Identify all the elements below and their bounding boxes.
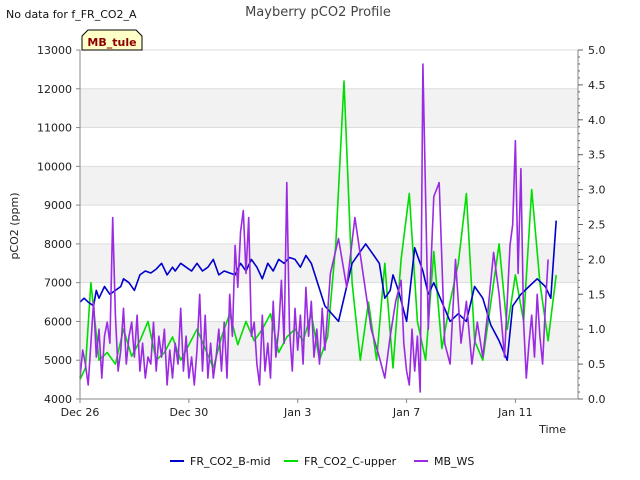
legend-label: FR_CO2_C-upper [304,455,397,468]
y2-tick-label: 4.5 [588,79,606,92]
y2-tick-label: 5.0 [588,44,606,57]
y2-tick-label: 0.0 [588,393,606,406]
legend-label: MB_WS [434,455,474,468]
y2-tick-label: 1.0 [588,323,606,336]
y-tick-label: 11000 [37,122,72,135]
x-tick-label: Dec 30 [169,406,208,419]
x-tick-label: Jan 11 [497,406,532,419]
y2-tick-label: 3.5 [588,149,606,162]
chart-title: Mayberry pCO2 Profile [245,5,391,20]
y-tick-label: 7000 [44,277,72,290]
site-tag: MB_tule [81,29,143,51]
grid-band [80,166,578,206]
grid-band [80,88,578,128]
legend: FR_CO2_B-mid FR_CO2_C-upper MB_WS [170,455,474,468]
x-axis-label: Time [538,423,566,436]
y-tick-label: 12000 [37,83,72,96]
y-tick-label: 13000 [37,44,72,57]
legend-item: FR_CO2_C-upper [284,455,397,468]
legend-item: MB_WS [414,455,474,468]
y-tick-label: 4000 [44,393,72,406]
y-tick-label: 6000 [44,315,72,328]
x-tick-label: Dec 26 [61,406,100,419]
y2-tick-label: 3.0 [588,184,606,197]
y2-tick-label: 2.5 [588,219,606,232]
y2-tick-label: 4.0 [588,114,606,127]
no-data-note: No data for f_FR_CO2_A [6,8,137,21]
legend-label: FR_CO2_B-mid [190,455,271,468]
x-tick-label: Jan 3 [283,406,311,419]
y2-tick-label: 1.5 [588,288,606,301]
chart: 4000 5000 6000 7000 8000 9000 10000 11000 12000 1… [6,5,606,468]
y-tick-label: 10000 [37,160,72,173]
y2-tick-label: 0.5 [588,358,606,371]
legend-item: FR_CO2_B-mid [170,455,271,468]
y-tick-label: 9000 [44,199,72,212]
y-tick-label: 8000 [44,238,72,251]
x-tick-label: Jan 7 [392,406,420,419]
y-tick-label: 5000 [44,354,72,367]
grid-band [80,243,578,283]
site-tag-label: MB_tule [87,36,136,49]
y-axis-label: pCO2 (ppm) [8,192,21,259]
y2-tick-label: 2.0 [588,253,606,266]
